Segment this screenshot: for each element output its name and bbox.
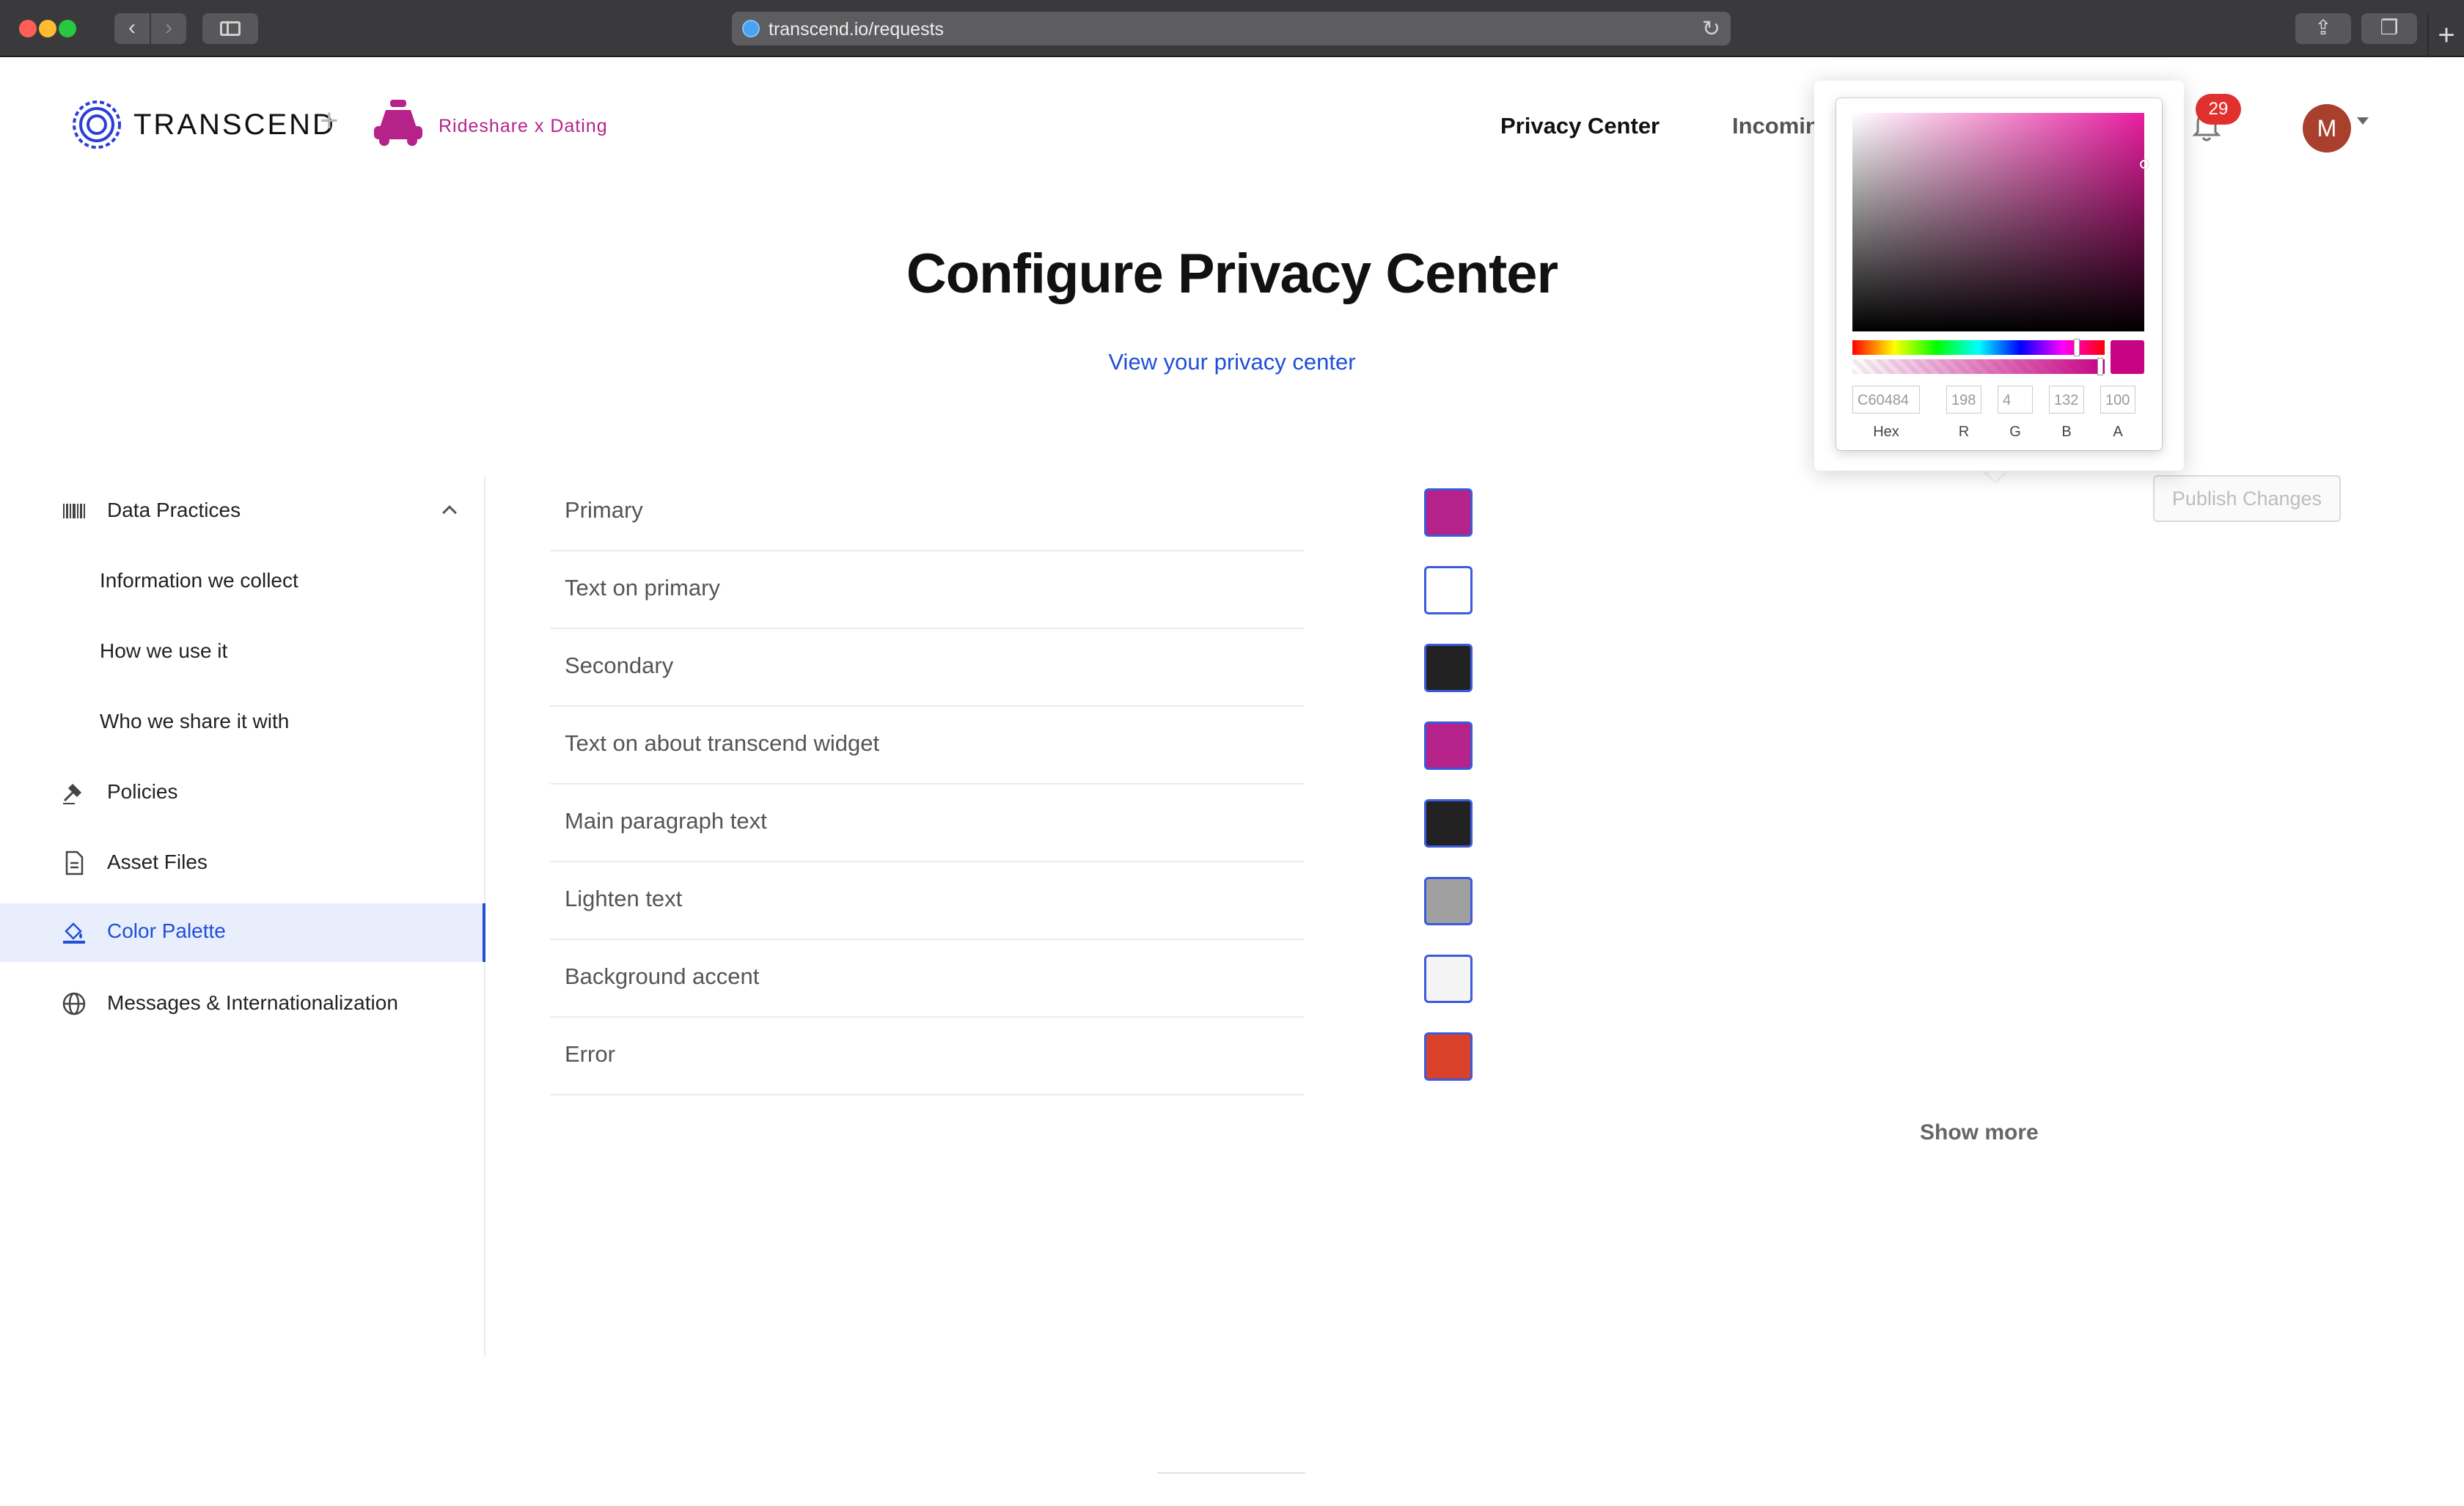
sidebar-item-label: Data Practices <box>107 499 241 521</box>
tabs-icon: ❐ <box>2380 16 2399 39</box>
nav-incoming-requests[interactable]: Incomin <box>1732 113 1819 139</box>
show-more-button[interactable]: Show more <box>1920 1120 2039 1145</box>
sidebar-item-label: Messages & Internationalization <box>107 991 398 1014</box>
color-row-background-accent: Background accent <box>550 940 1304 1018</box>
globe-icon <box>62 992 86 1015</box>
sidebar-item-information-we-collect[interactable]: Information we collect <box>0 553 485 611</box>
red-label: R <box>1958 424 1970 440</box>
chevron-right-icon: › <box>165 15 172 40</box>
color-row-label: Primary <box>565 497 643 523</box>
color-row-label: Background accent <box>565 963 760 989</box>
share-button[interactable]: ⇪ <box>2295 13 2351 44</box>
hex-label: Hex <box>1873 424 1899 440</box>
alpha-label: A <box>2113 424 2123 440</box>
organization-name[interactable]: Rideshare x Dating <box>439 116 608 137</box>
plus-icon: + <box>2438 19 2455 51</box>
sidebar: Data Practices Information we collect Ho… <box>0 477 485 1356</box>
sidebar-item-data-practices[interactable]: Data Practices <box>0 482 485 541</box>
plus-separator: + <box>320 103 339 139</box>
new-tab-button[interactable]: + <box>2427 13 2464 57</box>
color-swatch[interactable] <box>1424 799 1473 848</box>
sidebar-toggle-button[interactable] <box>202 13 258 44</box>
publish-changes-button[interactable]: Publish Changes <box>2153 475 2341 522</box>
green-label: G <box>2009 424 2021 440</box>
notification-badge: 29 <box>2196 94 2241 125</box>
color-swatch[interactable] <box>1424 955 1473 1003</box>
car-icon <box>374 100 422 146</box>
url-text: transcend.io/requests <box>769 19 945 40</box>
sidebar-item-who-we-share-it-with[interactable]: Who we share it with <box>0 694 485 752</box>
color-row-label: Secondary <box>565 653 674 678</box>
sidebar-item-policies[interactable]: Policies <box>0 764 485 823</box>
color-row-main-paragraph-text: Main paragraph text <box>550 785 1304 862</box>
footer-divider <box>1157 1472 1305 1474</box>
red-input[interactable]: 198 <box>1946 386 1981 414</box>
sidebar-item-label: Asset Files <box>107 851 208 873</box>
saturation-area[interactable] <box>1852 113 2149 331</box>
forward-button[interactable]: › <box>151 13 186 44</box>
share-icon: ⇪ <box>2314 16 2332 39</box>
color-preview <box>2111 340 2144 374</box>
color-swatch[interactable] <box>1424 644 1473 692</box>
color-swatch[interactable] <box>1424 721 1473 770</box>
zoom-window-button[interactable] <box>59 20 76 37</box>
close-window-button[interactable] <box>19 20 37 37</box>
hex-input[interactable]: C60484 <box>1852 386 1920 414</box>
sidebar-item-label: Policies <box>107 780 178 803</box>
color-swatch[interactable] <box>1424 1032 1473 1081</box>
saturation-handle[interactable] <box>2140 160 2149 169</box>
sidebar-icon <box>220 21 241 36</box>
hue-slider-handle[interactable] <box>2074 339 2080 356</box>
color-row-label: Text on primary <box>565 575 720 600</box>
color-row-error: Error <box>550 1018 1304 1095</box>
sidebar-item-label: How we use it <box>100 639 228 662</box>
color-row-text-on-primary: Text on primary <box>550 551 1304 629</box>
alpha-slider[interactable] <box>1852 358 2105 375</box>
color-picker: C60484 198 4 132 100 Hex R G B A <box>1836 98 2162 450</box>
chevron-up-icon[interactable] <box>442 505 457 520</box>
alpha-input[interactable]: 100 <box>2100 386 2135 414</box>
color-row-label: Text on about transcend widget <box>565 730 880 756</box>
color-row-secondary: Secondary <box>550 629 1304 707</box>
color-swatch[interactable] <box>1424 488 1473 537</box>
sidebar-item-asset-files[interactable]: Asset Files <box>0 834 485 893</box>
sidebar-item-messages-internationalization[interactable]: Messages & Internationalization <box>0 975 485 1034</box>
file-icon <box>65 851 84 875</box>
alpha-slider-handle[interactable] <box>2097 358 2103 375</box>
brand-name: TRANSCEND <box>133 109 336 141</box>
green-input[interactable]: 4 <box>1998 386 2033 414</box>
hue-slider[interactable] <box>1852 339 2105 356</box>
tab-overview-button[interactable]: ❐ <box>2361 13 2417 44</box>
color-row-label: Error <box>565 1041 615 1067</box>
avatar[interactable]: M <box>2303 104 2351 153</box>
blue-input[interactable]: 132 <box>2049 386 2084 414</box>
nav-privacy-center[interactable]: Privacy Center <box>1500 113 1660 139</box>
paint-bucket-icon <box>63 922 85 944</box>
color-row-lighten-text: Lighten text <box>550 862 1304 940</box>
blue-label: B <box>2061 424 2072 440</box>
color-row-text-on-about-widget: Text on about transcend widget <box>550 707 1304 785</box>
sidebar-item-label: Information we collect <box>100 569 298 592</box>
reload-icon[interactable]: ↻ <box>1702 16 1720 42</box>
transcend-logo-icon[interactable] <box>72 100 122 150</box>
browser-toolbar: ‹ › transcend.io/requests ↻ ⇪ ❐ + <box>0 0 2464 57</box>
sidebar-item-color-palette[interactable]: Color Palette <box>0 903 485 962</box>
back-button[interactable]: ‹ <box>114 13 150 44</box>
color-row-primary: Primary <box>550 474 1304 551</box>
sidebar-item-label: Who we share it with <box>100 710 290 732</box>
address-bar[interactable]: transcend.io/requests ↻ <box>732 12 1731 45</box>
chevron-left-icon: ‹ <box>128 15 136 40</box>
color-row-label: Lighten text <box>565 886 683 911</box>
sidebar-item-how-we-use-it[interactable]: How we use it <box>0 623 485 682</box>
color-swatch[interactable] <box>1424 566 1473 614</box>
color-row-label: Main paragraph text <box>565 808 767 834</box>
caret-down-icon[interactable] <box>2357 117 2369 125</box>
barcode-icon <box>63 504 85 518</box>
minimize-window-button[interactable] <box>39 20 56 37</box>
globe-icon <box>742 20 760 37</box>
sidebar-item-label: Color Palette <box>107 919 226 942</box>
color-picker-popover: C60484 198 4 132 100 Hex R G B A <box>1814 81 2184 471</box>
color-swatch[interactable] <box>1424 877 1473 925</box>
gavel-icon <box>63 783 82 804</box>
